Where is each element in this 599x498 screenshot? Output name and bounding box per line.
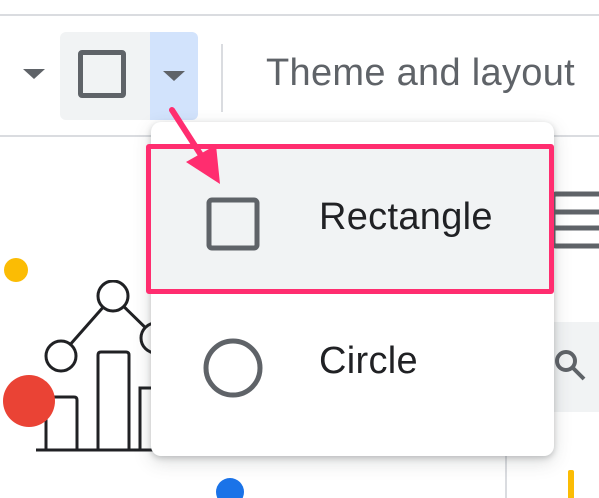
panel-divider: [505, 455, 507, 498]
rectangle-icon: [78, 50, 126, 98]
caret-down-icon: [23, 69, 45, 79]
shape-dropdown-button[interactable]: [150, 32, 198, 120]
page: Theme and layout Rectangle Circle: [0, 0, 599, 498]
shape-button[interactable]: [60, 32, 150, 120]
search-icon: [555, 350, 586, 381]
list-icon: [550, 191, 599, 249]
menu-item-label: Rectangle: [319, 196, 493, 238]
caret-down-icon: [163, 71, 185, 81]
shape-dropdown-menu: Rectangle Circle: [151, 122, 554, 456]
toolbar-separator: [221, 44, 223, 112]
decorative-dot-red: [3, 375, 55, 427]
chart-illustration: [36, 280, 166, 452]
circle-icon: [201, 336, 265, 400]
theme-and-layout-button[interactable]: Theme and layout: [266, 52, 575, 95]
menu-item-rectangle[interactable]: Rectangle: [151, 148, 554, 290]
decorative-dot-yellow: [4, 258, 28, 282]
menu-item-label: Circle: [319, 340, 418, 382]
chart-thumbnail-icon: [568, 470, 574, 498]
decorative-dot-blue: [216, 478, 244, 498]
rectangle-icon: [201, 192, 265, 256]
previous-dropdown-caret[interactable]: [18, 58, 50, 90]
menu-item-circle[interactable]: Circle: [151, 292, 554, 434]
